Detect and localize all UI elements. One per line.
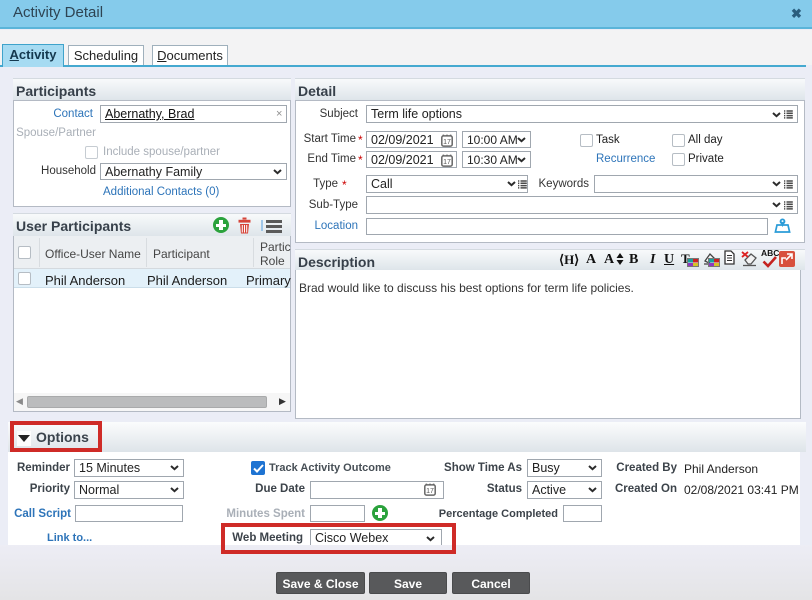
svg-text:17: 17 bbox=[443, 159, 451, 166]
svg-text:17: 17 bbox=[443, 139, 451, 146]
